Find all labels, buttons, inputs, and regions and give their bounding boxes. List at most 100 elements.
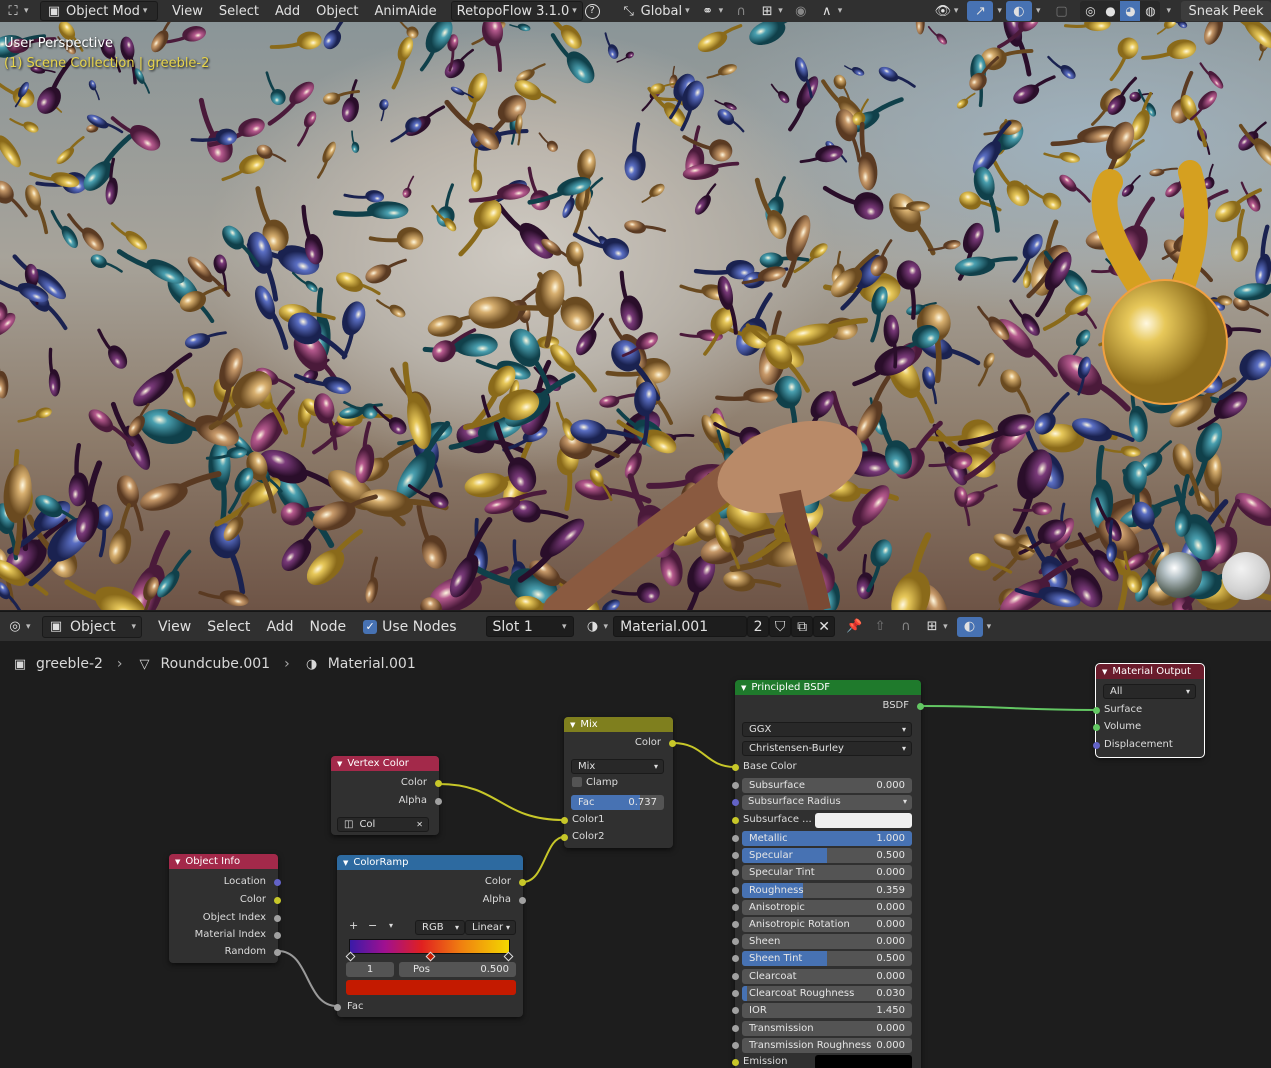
overlay-toggle[interactable]: ◐ xyxy=(956,616,983,637)
param-slider-transmission[interactable]: Transmission 0.000 xyxy=(742,1021,912,1036)
material-browse-button[interactable]: ◑ ▾ xyxy=(580,617,614,637)
menu-add[interactable]: Add xyxy=(258,616,301,638)
input-socket[interactable] xyxy=(732,817,739,824)
collapse-icon[interactable]: ▼ xyxy=(175,858,180,866)
node-object-info[interactable]: ▼ Object Info Location Color Object Index… xyxy=(169,854,281,963)
pivot-dropdown[interactable]: ⚭ ▾ xyxy=(695,1,729,21)
param-slider-sheen[interactable]: Sheen 0.000 xyxy=(742,934,912,950)
output-socket[interactable] xyxy=(274,949,281,956)
menu-select[interactable]: Select xyxy=(199,616,258,638)
node-header[interactable]: ▼ Vertex Color xyxy=(331,756,439,771)
falloff-dropdown[interactable]: ∧ ▾ xyxy=(814,1,848,21)
input-socket[interactable] xyxy=(732,955,739,963)
proportional-toggle[interactable]: ◉ xyxy=(788,1,814,21)
orientation-dropdown[interactable]: ⤡ Global ▾ xyxy=(616,1,695,21)
menu-select[interactable]: Select xyxy=(211,0,267,22)
color-stop-handle-active[interactable] xyxy=(425,951,436,962)
input-socket[interactable] xyxy=(334,1004,341,1011)
param-slider-clearcoat[interactable]: Clearcoat 0.000 xyxy=(742,968,912,984)
param-slider-specular-tint[interactable]: Specular Tint 0.000 xyxy=(742,865,912,881)
slot-dropdown[interactable]: Slot 1 ▾ xyxy=(485,616,574,637)
remove-stop-button[interactable]: − xyxy=(368,918,377,934)
material-users-count[interactable]: 2 xyxy=(747,616,770,637)
node-header[interactable]: ▼ Principled BSDF xyxy=(735,680,921,695)
active-stop-index[interactable]: 1 xyxy=(346,962,394,977)
input-socket[interactable] xyxy=(732,869,739,877)
collapse-icon[interactable]: ▼ xyxy=(343,859,348,867)
input-socket[interactable] xyxy=(732,972,739,980)
output-socket[interactable] xyxy=(274,915,281,922)
param-slider-roughness[interactable]: Roughness 0.359 xyxy=(742,882,912,898)
subsurface-method-dropdown[interactable]: Christensen-Burley ▾ xyxy=(742,741,912,756)
output-socket[interactable] xyxy=(917,703,924,710)
snap-target-dropdown[interactable]: ⊞ ▾ xyxy=(754,1,788,21)
input-socket[interactable] xyxy=(1093,742,1100,749)
material-preview-icon[interactable]: ◕ xyxy=(1120,1,1141,21)
node-header[interactable]: ▼ Mix xyxy=(564,717,673,732)
param-slider-anisotropic-rotation[interactable]: Anisotropic Rotation 0.000 xyxy=(742,917,912,932)
snap-toggle[interactable]: ∩ xyxy=(893,617,919,637)
output-socket[interactable] xyxy=(274,879,281,886)
vertex-color-layer-field[interactable]: ◫ Col ✕ xyxy=(337,817,429,832)
chevron-down-icon[interactable]: ▾ xyxy=(1166,6,1171,16)
parent-node-tree-button[interactable]: ⇧ xyxy=(867,617,893,637)
stop-color-swatch[interactable] xyxy=(346,980,516,995)
output-socket[interactable] xyxy=(274,932,281,939)
chevron-down-icon[interactable]: ▾ xyxy=(987,622,992,632)
output-socket[interactable] xyxy=(519,879,526,886)
output-socket[interactable] xyxy=(669,740,676,747)
node-vertex-color[interactable]: ▼ Vertex Color Color Alpha ◫ Col ✕ xyxy=(331,756,442,835)
input-socket[interactable] xyxy=(732,1059,739,1066)
param-slider-clearcoat-roughness[interactable]: Clearcoat Roughness 0.030 xyxy=(742,985,912,1001)
3d-viewport[interactable]: User Perspective (1) Scene Collection | … xyxy=(0,22,1271,610)
color-mode-dropdown[interactable]: RGB ▾ xyxy=(415,920,465,935)
visibility-dropdown[interactable]: 👁 ▾ xyxy=(930,1,964,21)
node-color-ramp[interactable]: ▼ ColorRamp Color Alpha + − ▾ RGB ▾ Linear… xyxy=(334,855,526,1017)
input-socket[interactable] xyxy=(732,903,739,911)
input-socket[interactable] xyxy=(732,1007,739,1014)
input-socket[interactable] xyxy=(732,764,739,771)
subsurface-radius-dropdown[interactable]: Subsurface Radius ▾ xyxy=(742,795,912,810)
param-slider-specular[interactable]: Specular 0.500 xyxy=(742,848,912,864)
param-slider-sheen-tint[interactable]: Sheen Tint 0.500 xyxy=(742,951,912,967)
input-socket[interactable] xyxy=(1093,707,1100,714)
clamp-checkbox[interactable]: Clamp xyxy=(572,775,618,791)
node-header[interactable]: ▼ Material Output xyxy=(1096,664,1204,679)
node-principled-bsdf[interactable]: ▼ Principled BSDF BSDF GGX ▾ Christensen-B… xyxy=(732,680,924,1068)
collapse-icon[interactable]: ▼ xyxy=(570,721,575,729)
input-socket[interactable] xyxy=(561,834,568,841)
input-socket[interactable] xyxy=(1093,724,1100,731)
menu-animaide[interactable]: AnimAide xyxy=(366,0,444,22)
output-socket[interactable] xyxy=(519,897,526,904)
rendered-shading-icon[interactable]: ◍ xyxy=(1140,1,1160,21)
output-socket[interactable] xyxy=(435,780,442,787)
collapse-icon[interactable]: ▼ xyxy=(1102,668,1107,676)
input-socket[interactable] xyxy=(732,852,739,860)
param-slider-metallic[interactable]: Metallic 1.000 xyxy=(742,831,912,846)
fake-user-button[interactable]: ⛉ xyxy=(769,616,792,637)
close-icon[interactable]: ✕ xyxy=(416,818,423,831)
sneak-peek-button[interactable]: Sneak Peek xyxy=(1181,1,1271,21)
input-socket[interactable] xyxy=(561,817,568,824)
param-slider-subsurface[interactable]: Subsurface 0.000 xyxy=(742,778,912,793)
menu-object[interactable]: Object xyxy=(308,0,366,22)
retopoflow-dropdown[interactable]: RetopoFlow 3.1.0 ▾ xyxy=(450,1,583,21)
node-editor[interactable]: ▣ greeble-2 › ▽ Roundcube.001 › ◑ Materi… xyxy=(0,641,1271,1068)
snap-toggle[interactable]: ∩ xyxy=(728,1,754,21)
xray-toggle[interactable]: ▢ xyxy=(1048,1,1074,21)
distribution-dropdown[interactable]: GGX ▾ xyxy=(742,722,912,737)
menu-view[interactable]: View xyxy=(164,0,211,22)
solid-shading-icon[interactable]: ● xyxy=(1100,1,1120,21)
input-socket[interactable] xyxy=(732,1042,739,1049)
chevron-down-icon[interactable]: ▾ xyxy=(997,6,1002,16)
editor-type-button[interactable]: ⛶ ▾ xyxy=(0,1,36,21)
collapse-icon[interactable]: ▼ xyxy=(337,760,342,768)
color-stop-handle[interactable] xyxy=(345,951,356,962)
node-mix[interactable]: ▼ Mix Color Mix ▾ Clamp Fac 0.737 Color1 C… xyxy=(561,717,676,848)
node-header[interactable]: ▼ Object Info xyxy=(169,854,278,869)
chevron-down-icon[interactable]: ▾ xyxy=(389,918,393,934)
gizmo-toggle[interactable]: ↗ xyxy=(967,1,994,21)
help-icon[interactable]: ? xyxy=(584,3,600,19)
mode-dropdown[interactable]: ▣ Object Mod ▾ xyxy=(40,1,158,21)
pin-button[interactable]: 📌 xyxy=(841,617,867,637)
